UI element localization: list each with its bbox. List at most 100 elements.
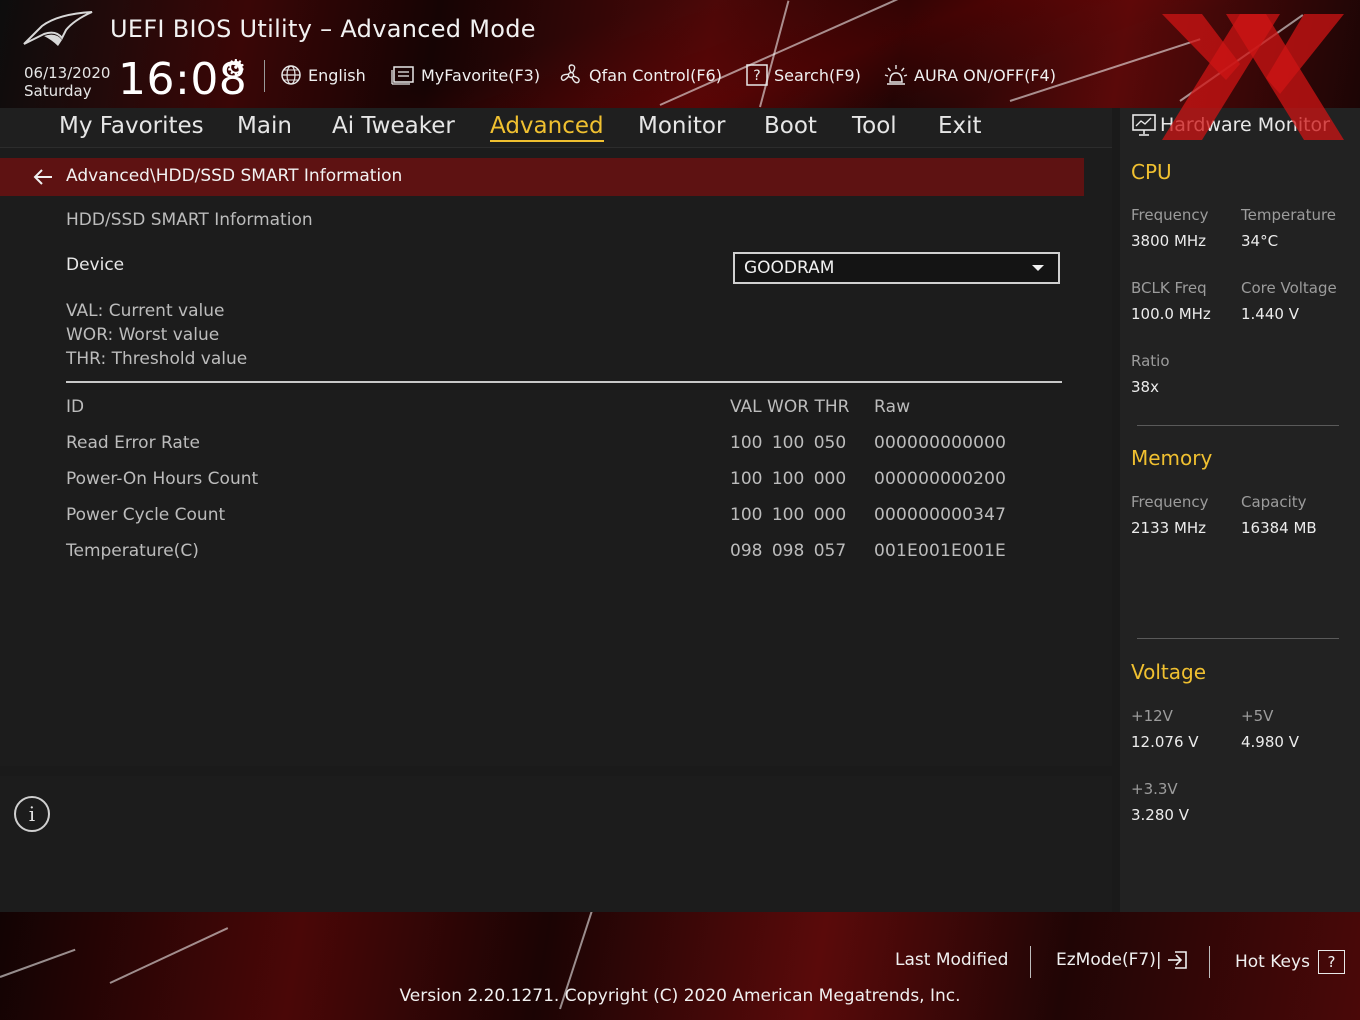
device-label: Device bbox=[66, 255, 125, 275]
watermark-logo bbox=[1162, 14, 1344, 140]
footer-separator bbox=[1030, 946, 1031, 978]
help-box-icon: ? bbox=[1317, 950, 1345, 974]
decor-streak bbox=[0, 948, 76, 978]
hw-bclk-value: 100.0 MHz bbox=[1131, 305, 1211, 323]
device-select[interactable]: GOODRAM bbox=[733, 252, 1060, 284]
top-header: UEFI BIOS Utility – Advanced Mode 06/13/… bbox=[0, 0, 1360, 108]
hw-ratio-label: Ratio bbox=[1131, 352, 1170, 370]
info-panel: i bbox=[0, 776, 1112, 912]
aura-toggle-button[interactable]: AURA ON/OFF(F4) bbox=[884, 63, 1056, 87]
main-nav: My Favorites Main Ai Tweaker Advanced Mo… bbox=[0, 108, 1112, 148]
hw-5v-value: 4.980 V bbox=[1241, 733, 1299, 751]
time-settings-gear-icon[interactable]: ⚙ bbox=[226, 56, 246, 81]
hw-mem-capacity-value: 16384 MB bbox=[1241, 519, 1317, 537]
hw-cpu-temperature-label: Temperature bbox=[1241, 206, 1337, 224]
qfan-control-button[interactable]: Qfan Control(F6) bbox=[559, 63, 722, 87]
hardware-monitor-panel: Hardware Monitor CPU Frequency Temperatu… bbox=[1120, 108, 1360, 912]
day-value: Saturday bbox=[24, 82, 92, 100]
decor-streak bbox=[759, 0, 790, 108]
back-arrow-icon[interactable] bbox=[32, 167, 54, 187]
hw-cpu-frequency-value: 3800 MHz bbox=[1131, 232, 1207, 250]
hot-keys-label: Hot Keys bbox=[1235, 952, 1310, 972]
tab-monitor[interactable]: Monitor bbox=[638, 113, 725, 139]
hw-mem-frequency-value: 2133 MHz bbox=[1131, 519, 1207, 537]
divider bbox=[66, 381, 1062, 383]
aura-light-icon bbox=[884, 65, 908, 85]
content-panel: Advanced\HDD/SSD SMART Information HDD/S… bbox=[0, 148, 1112, 766]
tab-exit[interactable]: Exit bbox=[938, 113, 982, 139]
search-label: Search(F9) bbox=[774, 65, 861, 85]
row-name: Power-On Hours Count bbox=[66, 469, 259, 489]
hw-cpu-title: CPU bbox=[1131, 160, 1172, 184]
hw-memory-title: Memory bbox=[1131, 446, 1213, 470]
fan-icon bbox=[560, 64, 580, 84]
hw-33v-label: +3.3V bbox=[1131, 780, 1178, 798]
last-modified-label: Last Modified bbox=[895, 950, 1009, 970]
row-raw: 000000000347 bbox=[874, 505, 1007, 525]
date-value: 06/13/2020 bbox=[24, 64, 111, 82]
hw-12v-value: 12.076 V bbox=[1131, 733, 1199, 751]
hw-12v-label: +12V bbox=[1131, 707, 1173, 725]
last-modified-button[interactable]: Last Modified bbox=[895, 950, 1008, 970]
caret-down-icon bbox=[1032, 265, 1044, 271]
table-header-raw: Raw bbox=[874, 397, 911, 417]
app-title: UEFI BIOS Utility – Advanced Mode bbox=[110, 15, 536, 43]
info-icon: i bbox=[14, 796, 50, 832]
row-values: 100 100 050 bbox=[730, 433, 847, 453]
breadcrumb: Advanced\HDD/SSD SMART Information bbox=[0, 158, 1084, 196]
row-raw: 001E001E001E bbox=[874, 541, 1006, 561]
hw-divider bbox=[1137, 425, 1339, 426]
help-box-icon: ? bbox=[746, 64, 768, 86]
language-label: English bbox=[308, 65, 366, 85]
row-raw: 000000000200 bbox=[874, 469, 1007, 489]
decor-streak bbox=[659, 0, 898, 106]
favorite-list-icon bbox=[391, 66, 414, 85]
breadcrumb-path: Advanced\HDD/SSD SMART Information bbox=[66, 166, 403, 186]
hw-ratio-value: 38x bbox=[1131, 378, 1159, 396]
row-name: Temperature(C) bbox=[66, 541, 199, 561]
tab-my-favorites[interactable]: My Favorites bbox=[59, 113, 204, 139]
ezmode-label: EzMode(F7)| bbox=[1056, 950, 1162, 970]
hw-mem-frequency-label: Frequency bbox=[1131, 493, 1209, 511]
legend-thr: THR: Threshold value bbox=[66, 349, 248, 369]
tab-tool[interactable]: Tool bbox=[852, 113, 897, 139]
aura-label: AURA ON/OFF(F4) bbox=[914, 65, 1056, 85]
search-button[interactable]: ? Search(F9) bbox=[746, 63, 861, 87]
exit-arrow-icon bbox=[1167, 951, 1187, 969]
hw-cpu-temperature-value: 34°C bbox=[1241, 232, 1279, 250]
hw-cpu-frequency-label: Frequency bbox=[1131, 206, 1209, 224]
legend-val: VAL: Current value bbox=[66, 301, 225, 321]
decor-streak bbox=[109, 927, 229, 984]
hw-33v-value: 3.280 V bbox=[1131, 806, 1189, 824]
row-name: Read Error Rate bbox=[66, 433, 200, 453]
section-title: HDD/SSD SMART Information bbox=[66, 210, 313, 230]
ezmode-button[interactable]: EzMode(F7)| bbox=[1056, 950, 1188, 970]
hw-divider bbox=[1137, 638, 1339, 639]
qfan-label: Qfan Control(F6) bbox=[589, 65, 722, 85]
language-button[interactable]: English bbox=[280, 63, 366, 87]
monitor-icon bbox=[1132, 114, 1156, 136]
tab-boot[interactable]: Boot bbox=[764, 113, 817, 139]
hw-core-voltage-label: Core Voltage bbox=[1241, 279, 1337, 297]
hw-mem-capacity-label: Capacity bbox=[1241, 493, 1307, 511]
footer-separator bbox=[1209, 946, 1210, 978]
svg-text:?: ? bbox=[753, 68, 760, 84]
hw-voltage-title: Voltage bbox=[1131, 660, 1207, 684]
row-values: 098 098 057 bbox=[730, 541, 847, 561]
header-separator bbox=[264, 60, 265, 92]
tab-advanced[interactable]: Advanced bbox=[490, 113, 604, 142]
row-values: 100 100 000 bbox=[730, 469, 847, 489]
row-raw: 000000000000 bbox=[874, 433, 1007, 453]
rog-logo bbox=[23, 11, 93, 46]
tab-ai-tweaker[interactable]: Ai Tweaker bbox=[332, 113, 455, 139]
table-header-id: ID bbox=[66, 397, 85, 417]
version-text: Version 2.20.1271. Copyright (C) 2020 Am… bbox=[399, 986, 961, 1006]
myfavorite-button[interactable]: MyFavorite(F3) bbox=[391, 63, 540, 87]
globe-icon bbox=[281, 65, 301, 85]
table-header-vals: VAL WOR THR bbox=[730, 397, 850, 417]
hw-bclk-label: BCLK Freq bbox=[1131, 279, 1207, 297]
footer: Last Modified EzMode(F7)| Hot Keys ? Ver… bbox=[0, 912, 1360, 1020]
hot-keys-button[interactable]: Hot Keys ? bbox=[1235, 950, 1345, 974]
tab-main[interactable]: Main bbox=[237, 113, 292, 139]
hw-core-voltage-value: 1.440 V bbox=[1241, 305, 1299, 323]
